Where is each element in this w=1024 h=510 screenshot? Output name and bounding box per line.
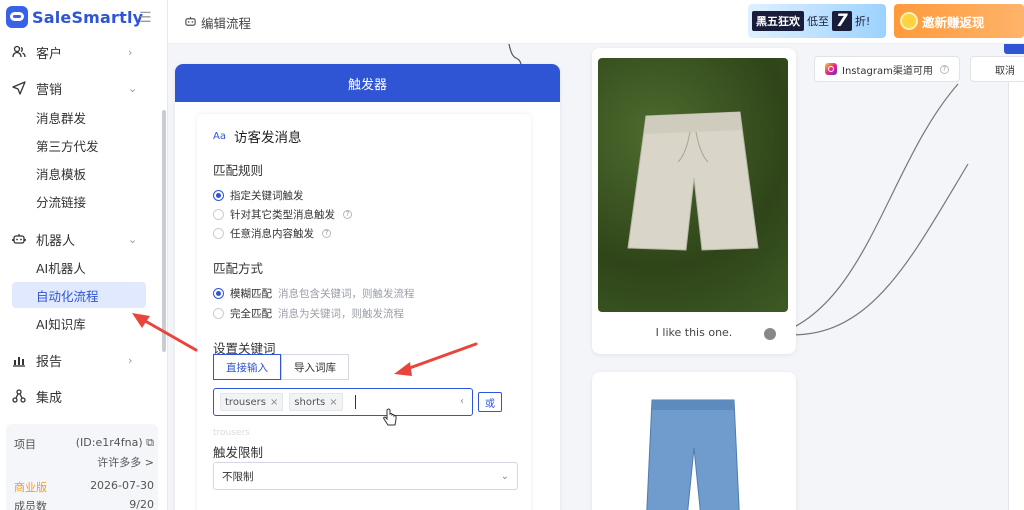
sidebar-item-templates[interactable]: 消息模板 [12, 160, 146, 186]
node-header [1004, 44, 1024, 54]
flow-canvas[interactable]: 触发器 Aa 访客发消息 匹配规则 指定关键词触发 针对其它类型消息触发? 任意… [168, 44, 1024, 510]
chevron-down-icon: ⌄ [500, 470, 509, 482]
radio-selected[interactable] [213, 288, 224, 299]
chart-icon [12, 353, 26, 367]
cancel-button[interactable]: 取消 [970, 56, 1024, 82]
text-format-icon: Aa [213, 130, 226, 142]
black-friday-promo[interactable]: 黑五狂欢 低至 7 折! [748, 4, 886, 38]
radio-selected[interactable] [213, 190, 224, 201]
radio-unselected[interactable] [213, 209, 224, 220]
text-caret [354, 395, 356, 409]
trigger-limit-select[interactable]: 不限制 ⌄ [213, 462, 518, 490]
brand-name: SaleSmartly [32, 7, 144, 27]
copy-icon: ⧉ [146, 436, 154, 449]
match-mode-label: 匹配方式 [213, 261, 264, 276]
keyword-tag: trousers × [220, 393, 284, 411]
referral-promo[interactable]: 邀新赚返现 [894, 4, 1024, 38]
robot-icon [184, 15, 197, 31]
product-image-jeans [598, 378, 788, 510]
coin-icon [900, 12, 918, 30]
radio-unselected[interactable] [213, 308, 224, 319]
promo-badge: 黑五狂欢 [752, 11, 804, 31]
match-rule-label: 匹配规则 [213, 163, 264, 178]
chevron-right-icon: › [128, 353, 133, 367]
card-title: Aa 访客发消息 [213, 130, 302, 146]
integration-icon [12, 389, 26, 403]
customers-icon [12, 45, 26, 59]
connection-handle[interactable] [764, 328, 776, 340]
radio-unselected[interactable] [213, 228, 224, 239]
help-icon: ? [939, 64, 949, 74]
match-mode-exact[interactable]: 完全匹配 消息为关键词，则触发流程 [213, 306, 404, 321]
match-rule-any[interactable]: 任意消息内容触发? [213, 226, 331, 241]
tab-import-library[interactable]: 导入词库 [281, 354, 349, 380]
chevron-right-icon: › [128, 45, 133, 59]
match-rule-other-type[interactable]: 针对其它类型消息触发? [213, 207, 352, 222]
sidebar: SaleSmartly ☰ 客户 › 营销 ⌄ 消息群发 第三方代发 消息模板 … [0, 0, 168, 510]
members-value: 9/20 [129, 498, 154, 510]
edition-badge: 商业版 [14, 481, 47, 494]
sidebar-item-marketing[interactable]: 营销 ⌄ [0, 76, 168, 100]
brand-logo[interactable]: SaleSmartly [6, 6, 143, 28]
sidebar-item-third-party[interactable]: 第三方代发 [12, 132, 146, 158]
help-icon: ? [322, 229, 331, 238]
close-icon[interactable]: × [329, 397, 337, 408]
project-label: 项目 [14, 438, 36, 451]
page-title: 编辑流程 [184, 13, 251, 32]
trigger-limit-label: 触发限制 [213, 445, 264, 460]
hand-cursor-icon [383, 408, 397, 426]
chevron-down-icon: ⌄ [128, 232, 138, 246]
sidebar-item-integration[interactable]: 集成 [0, 384, 168, 408]
product-image-shorts [598, 58, 788, 312]
send-icon [12, 81, 26, 95]
logo-icon [6, 6, 28, 28]
sidebar-item-ai-robot[interactable]: AI机器人 [12, 254, 146, 280]
sidebar-item-customers[interactable]: 客户 › [0, 40, 168, 64]
members-label: 成员数 [14, 500, 47, 510]
sidebar-item-automation[interactable]: 自动化流程 [12, 282, 146, 308]
flow-node[interactable] [1008, 82, 1024, 510]
match-rule-keyword[interactable]: 指定关键词触发 [213, 188, 304, 203]
robot-icon [12, 232, 26, 246]
keyword-input[interactable]: trousers × shorts × ‹ [213, 388, 473, 416]
trigger-panel[interactable]: 触发器 Aa 访客发消息 匹配规则 指定关键词触发 针对其它类型消息触发? 任意… [175, 64, 560, 510]
instagram-icon [825, 63, 837, 75]
project-card[interactable]: 项目 (ID:e1r4fna) ⧉ 许许多多 > 商业版 2026-07-30 … [6, 424, 158, 510]
chevron-down-icon: ⌄ [128, 81, 138, 95]
sidebar-item-reports[interactable]: 报告 › [0, 348, 168, 372]
trigger-header: 触发器 [175, 64, 560, 102]
keyword-tabs: 直接输入 导入词库 [213, 354, 349, 380]
close-icon[interactable]: × [270, 397, 278, 408]
product-card[interactable] [592, 372, 796, 510]
chevron-left-icon[interactable]: ‹ [460, 396, 464, 407]
product-card[interactable]: I like this one. [592, 48, 796, 354]
visitor-message-card[interactable]: Aa 访客发消息 匹配规则 指定关键词触发 针对其它类型消息触发? 任意消息内容… [197, 114, 531, 510]
instagram-chip[interactable]: Instagram渠道可用 ? [814, 56, 960, 82]
help-icon: ? [343, 210, 352, 219]
sidebar-scrollbar[interactable] [162, 110, 166, 352]
expiry-date: 2026-07-30 [90, 479, 154, 492]
menu-icon[interactable]: ☰ [139, 10, 152, 26]
sidebar-item-broadcast[interactable]: 消息群发 [12, 104, 146, 130]
top-bar: 编辑流程 黑五狂欢 低至 7 折! 邀新赚返现 [168, 0, 1024, 44]
project-id: (ID:e1r4fna) ⧉ [75, 436, 154, 449]
or-button[interactable]: 或 [478, 392, 502, 412]
keyword-tag: shorts × [289, 393, 343, 411]
sidebar-item-split-links[interactable]: 分流链接 [12, 188, 146, 214]
project-owner[interactable]: 许许多多 > [97, 454, 154, 470]
match-mode-fuzzy[interactable]: 模糊匹配 消息包含关键词，则触发流程 [213, 286, 415, 301]
sidebar-item-robot[interactable]: 机器人 ⌄ [0, 227, 168, 251]
sidebar-item-knowledge[interactable]: AI知识库 [12, 310, 146, 336]
tab-direct-input[interactable]: 直接输入 [213, 354, 281, 380]
